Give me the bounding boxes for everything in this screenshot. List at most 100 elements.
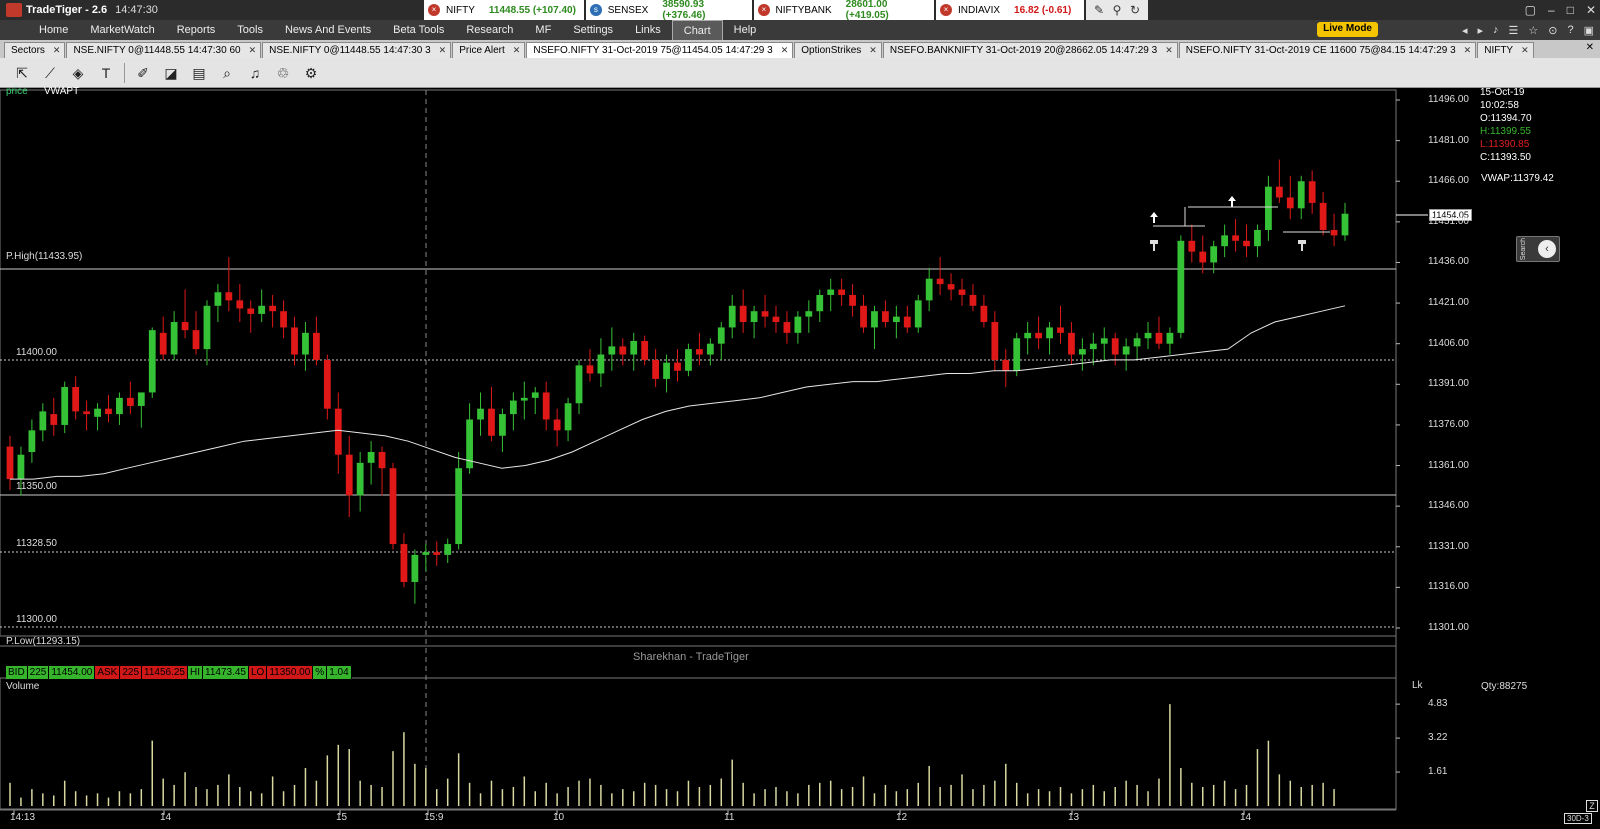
menu-tools[interactable]: Tools: [226, 20, 274, 40]
candle-body: [477, 408, 484, 420]
close-icon[interactable]: ✕: [1464, 45, 1472, 56]
candle-body: [61, 387, 69, 425]
chart-area[interactable]: [0, 88, 1600, 829]
candle-body: [1221, 235, 1229, 247]
menu-chart[interactable]: Chart: [671, 20, 723, 40]
menu-links[interactable]: Links: [624, 20, 672, 40]
tab-nse-nifty-60[interactable]: NSE.NIFTY 0@11448.55 14:47:30 60 ✕: [66, 42, 262, 58]
candle-body: [389, 468, 397, 545]
candle-body: [980, 305, 988, 323]
bell-icon[interactable]: ♪: [1493, 24, 1499, 36]
tab-nsefo-banknifty[interactable]: NSEFO.BANKNIFTY 31-Oct-2019 20@28662.05 …: [882, 42, 1178, 58]
price-axis-label: 11406.00: [1428, 337, 1469, 349]
chevron-left-icon[interactable]: ‹: [1538, 240, 1556, 258]
star-icon[interactable]: ☆: [1528, 24, 1538, 37]
candle-body: [192, 330, 200, 350]
time-axis-label: 14: [160, 812, 172, 823]
candle-body: [488, 408, 495, 436]
time-axis-label: 14:13: [10, 812, 36, 823]
candle-body: [575, 365, 583, 404]
cube-icon[interactable]: ◈: [68, 63, 88, 83]
close-icon[interactable]: ✕: [1521, 45, 1529, 56]
close-icon[interactable]: ✕: [869, 45, 877, 56]
menu-marketwatch[interactable]: MarketWatch: [79, 20, 165, 40]
ticker-sensex[interactable]: s SENSEX 38590.93 (+376.46): [586, 0, 754, 21]
candle-body: [291, 327, 298, 355]
close-icon[interactable]: ✕: [513, 45, 521, 56]
candle-body: [433, 552, 441, 555]
tab-price-alert[interactable]: Price Alert ✕: [452, 42, 526, 58]
tab-option-strikes[interactable]: OptionStrikes ✕: [794, 42, 882, 58]
candle-body: [455, 468, 463, 545]
period-button[interactable]: 30D-3: [1564, 813, 1592, 824]
chevron-left-icon[interactable]: ◂: [1462, 24, 1468, 37]
menu-mf[interactable]: MF: [524, 20, 562, 40]
side-search-widget[interactable]: Search ‹: [1516, 236, 1560, 262]
close-icon[interactable]: ×: [758, 4, 770, 16]
close-icon[interactable]: ✕: [1165, 45, 1173, 56]
paint-icon[interactable]: ◪: [161, 63, 181, 83]
zoom-icon[interactable]: ⌕: [217, 63, 237, 83]
tab-nifty[interactable]: NIFTY ✕: [1477, 42, 1534, 58]
price-axis-label: 11301.00: [1428, 622, 1469, 633]
price-chart[interactable]: [0, 88, 1600, 829]
zoom-button[interactable]: Z: [1586, 800, 1598, 812]
menu-settings[interactable]: Settings: [562, 20, 624, 40]
tab-nsefo-nifty-ce[interactable]: NSEFO.NIFTY 31-Oct-2019 CE 11600 75@84.1…: [1178, 42, 1477, 58]
delete-icon[interactable]: ♲: [273, 63, 293, 83]
window-close-icon[interactable]: ✕: [1586, 3, 1596, 17]
lakh-unit-label: Lk: [1412, 680, 1423, 691]
candle-body: [116, 397, 123, 415]
candle-body: [1013, 338, 1021, 371]
edit-icon[interactable]: ✎: [1090, 3, 1108, 17]
live-mode-badge[interactable]: Live Mode: [1317, 22, 1378, 37]
text-tool-icon[interactable]: T: [96, 63, 116, 83]
candle-body: [247, 308, 255, 314]
candle-body: [936, 278, 944, 285]
close-icon[interactable]: ×: [428, 4, 440, 16]
quote-cell: 225: [27, 666, 50, 679]
candle-body: [499, 414, 506, 436]
lock-icon[interactable]: ▣: [1584, 24, 1594, 37]
ticker-niftybank[interactable]: × NIFTYBANK 28601.00 (+419.05): [754, 0, 936, 21]
menu-reports[interactable]: Reports: [166, 20, 227, 40]
minimize-icon[interactable]: –: [1548, 3, 1555, 17]
pointer-icon[interactable]: ⇱: [12, 63, 32, 83]
settings-gear-icon[interactable]: ⚙: [301, 63, 321, 83]
menu-research[interactable]: Research: [455, 20, 524, 40]
maximize-icon[interactable]: □: [1567, 3, 1574, 17]
trendline-icon[interactable]: ⟋: [40, 63, 60, 83]
candle-body: [28, 430, 36, 452]
menu-help[interactable]: Help: [723, 20, 768, 40]
camera-icon[interactable]: ⊙: [1548, 24, 1557, 37]
tab-overflow-close-icon[interactable]: ✕: [1586, 42, 1594, 53]
candle-body: [1275, 186, 1283, 198]
menu-news[interactable]: News And Events: [274, 20, 382, 40]
indicators-icon[interactable]: ▤: [189, 63, 209, 83]
ticker-indiavix[interactable]: × INDIAVIX 16.82 (-0.61): [936, 0, 1086, 20]
menu-icon[interactable]: ☰: [1509, 24, 1519, 37]
close-icon[interactable]: ×: [940, 4, 952, 16]
close-icon[interactable]: ✕: [249, 45, 257, 56]
volume-label: Volume: [6, 681, 40, 692]
ticker-nifty[interactable]: × NIFTY 11448.55 (+107.40): [424, 0, 586, 20]
restore-icon[interactable]: ▢: [1525, 3, 1536, 17]
tab-nse-nifty-3[interactable]: NSE.NIFTY 0@11448.55 14:47:30 3 ✕: [262, 42, 452, 58]
close-icon[interactable]: ✕: [53, 45, 61, 56]
tab-nsefo-nifty[interactable]: NSEFO.NIFTY 31-Oct-2019 75@11454.05 14:4…: [526, 42, 794, 58]
candle-body: [914, 300, 922, 328]
candle-body: [236, 300, 244, 309]
help-icon[interactable]: ?: [1567, 24, 1573, 36]
chevron-right-icon[interactable]: ▸: [1477, 24, 1483, 37]
menu-home[interactable]: Home: [28, 20, 79, 40]
tab-sectors[interactable]: Sectors ✕: [4, 42, 66, 58]
candle-body: [1243, 240, 1250, 247]
alert-bell-icon[interactable]: ♫: [245, 63, 265, 83]
close-icon[interactable]: ✕: [439, 45, 447, 56]
close-icon[interactable]: ✕: [781, 45, 789, 56]
candle-body: [892, 316, 900, 323]
menu-beta-tools[interactable]: Beta Tools: [382, 20, 455, 40]
pin-icon[interactable]: ⚲: [1108, 3, 1126, 17]
refresh-icon[interactable]: ↻: [1126, 3, 1144, 17]
ruler-icon[interactable]: ✐: [133, 63, 153, 83]
